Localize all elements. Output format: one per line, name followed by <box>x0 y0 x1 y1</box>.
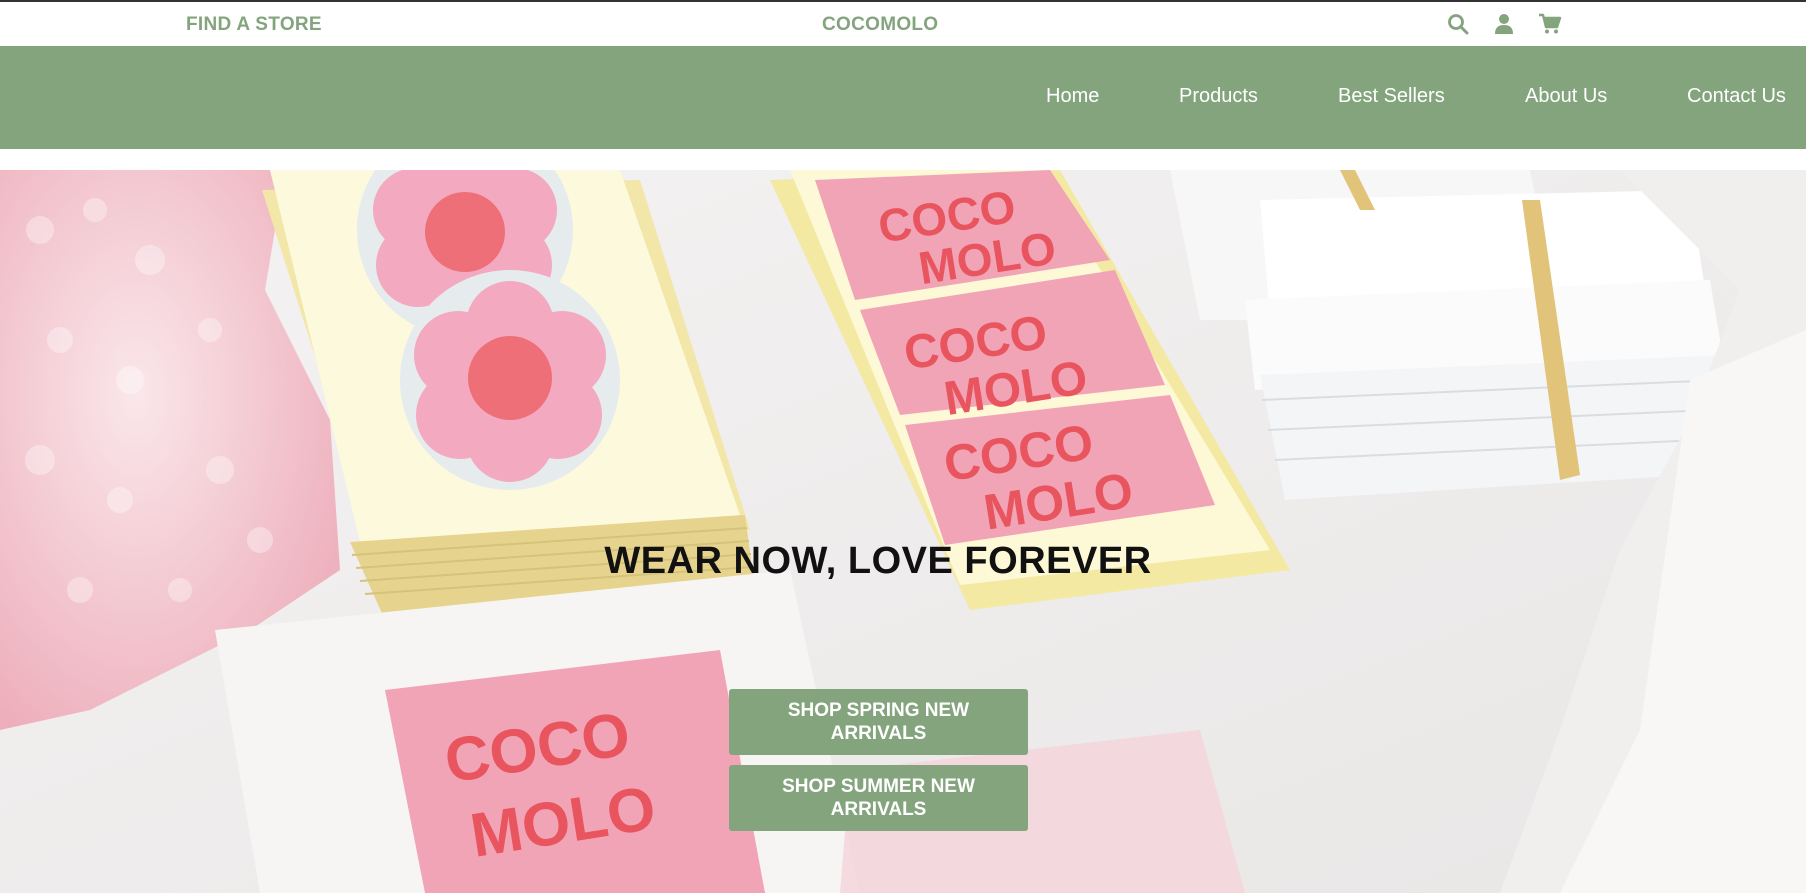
hero-headline: WEAR NOW, LOVE FOREVER <box>604 540 1152 582</box>
brand-name[interactable]: COCOMOLO <box>822 14 938 36</box>
flower-sticker-2 <box>400 270 620 490</box>
hero-banner: COCO MOLO COCO MOLO COCO MOLO COCO MOLO … <box>0 170 1806 893</box>
shop-spring-button[interactable]: SHOP SPRING NEW ARRIVALS <box>729 689 1028 755</box>
nav-about-us[interactable]: About Us <box>1525 85 1607 108</box>
cart-icon[interactable] <box>1538 12 1562 36</box>
nav-contact-us[interactable]: Contact Us <box>1687 85 1786 108</box>
header-icons <box>1446 12 1562 36</box>
find-a-store-link[interactable]: FIND A STORE <box>186 14 322 36</box>
top-bar: FIND A STORE COCOMOLO <box>0 0 1806 46</box>
user-icon[interactable] <box>1492 12 1516 36</box>
search-icon[interactable] <box>1446 12 1470 36</box>
shop-summer-button[interactable]: SHOP SUMMER NEW ARRIVALS <box>729 765 1028 831</box>
main-nav: Home Products Best Sellers About Us Cont… <box>0 46 1806 149</box>
nav-home[interactable]: Home <box>1046 85 1099 108</box>
nav-products[interactable]: Products <box>1179 85 1258 108</box>
nav-best-sellers[interactable]: Best Sellers <box>1338 85 1445 108</box>
